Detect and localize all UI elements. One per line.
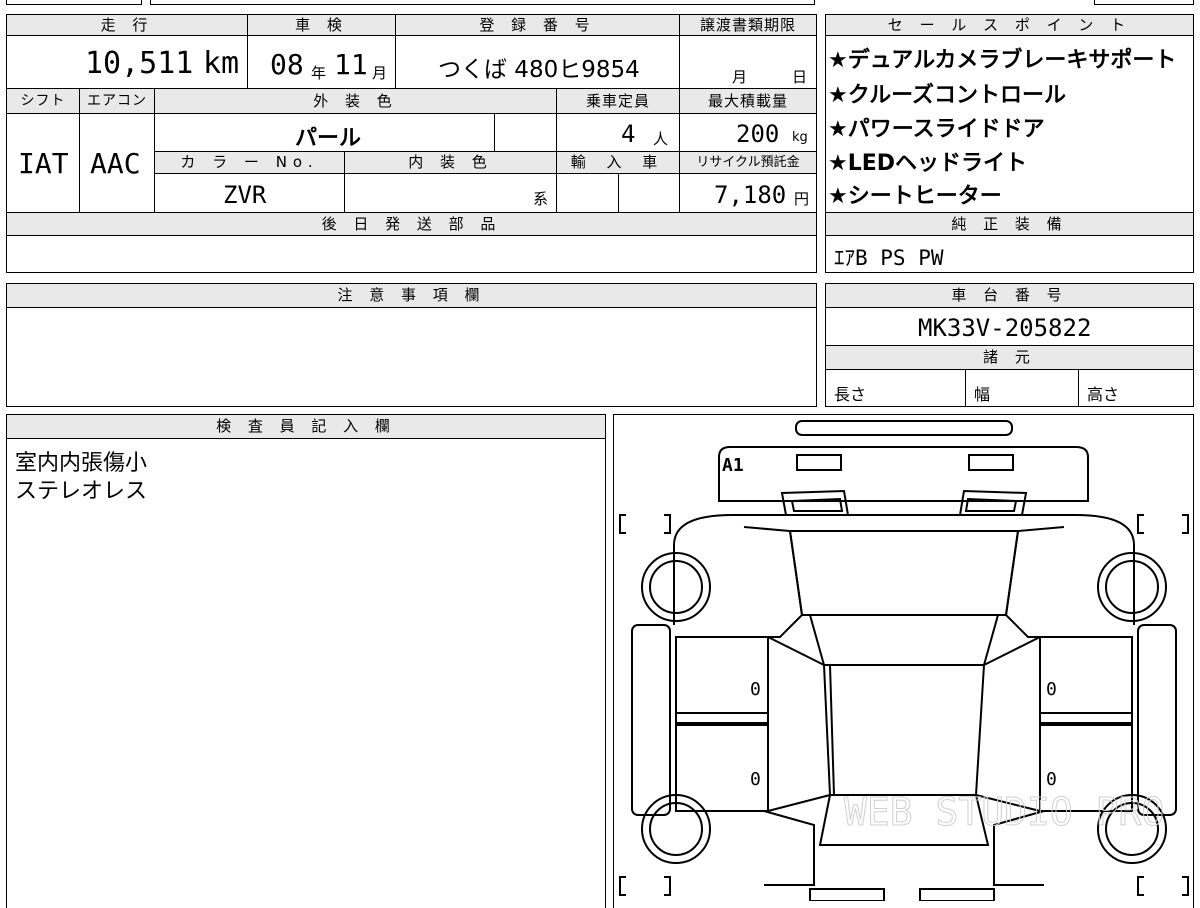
interior-color-suffix: 系: [533, 190, 549, 208]
inspector-notes-header: 検 査 員 記 入 欄: [6, 414, 606, 439]
color-no-cell: ZVR: [154, 173, 345, 213]
aircon-value: AAC: [90, 147, 141, 180]
top-strip: [0, 0, 1200, 6]
shaken-cell: 08 年 11 月: [247, 35, 396, 89]
transfer-day: 日: [792, 68, 808, 86]
interior-color-cell: 系: [344, 173, 557, 213]
recycle-deposit-unit: 円: [794, 190, 810, 208]
inspector-notes-body: 室内内張傷小 ステレオレス: [6, 438, 606, 908]
recycle-deposit-header: リサイクル預託金: [679, 151, 817, 174]
shaken-year: 08: [270, 48, 304, 81]
capacity-value: 4: [621, 120, 636, 148]
shift-value: IAT: [18, 147, 69, 180]
transfer-month: 月: [732, 68, 748, 86]
import-header: 輸 入 車: [556, 151, 680, 174]
exterior-color-extra-cell: [494, 113, 557, 152]
specs-width-label: 幅: [974, 385, 991, 404]
shaken-month: 11: [334, 48, 368, 81]
specs-height-label: 高さ: [1087, 385, 1120, 404]
specs-length-cell: 長さ: [825, 369, 966, 407]
shaken-year-unit: 年: [311, 64, 327, 82]
import-cell-b: [618, 173, 680, 213]
right-door-mark-1: 0: [1046, 679, 1057, 700]
sales-point-1: ★デュアルカメラブレーキサポート: [828, 48, 1177, 73]
inspector-note-line-2: ステレオレス: [15, 479, 148, 504]
genuine-equipment-header: 純 正 装 備: [825, 212, 1194, 236]
max-load-value: 200: [736, 120, 780, 148]
right-door-mark-2: 0: [1046, 769, 1057, 790]
capacity-cell: 4 人: [556, 113, 680, 152]
later-parts-cell: [6, 235, 817, 273]
max-load-header: 最大積載量: [679, 88, 817, 114]
specs-width-cell: 幅: [965, 369, 1079, 407]
registration-cell: つくば 480ヒ9854: [395, 35, 680, 89]
exterior-color-cell: パール: [154, 113, 495, 152]
chassis-number-value: MK33V-205822: [918, 314, 1092, 342]
notes-cell: [6, 307, 817, 407]
capacity-header: 乗車定員: [556, 88, 680, 114]
mileage-header: 走 行: [6, 14, 248, 36]
exterior-color-value: パール: [295, 126, 362, 151]
chassis-number-cell: MK33V-205822: [825, 307, 1194, 346]
mileage-value: 10,511: [85, 46, 194, 81]
notes-header: 注 意 事 項 欄: [6, 283, 817, 308]
import-cell-a: [556, 173, 619, 213]
specs-height-cell: 高さ: [1078, 369, 1194, 407]
color-no-value: ZVR: [223, 181, 267, 209]
watermark: WEB STUDIO PRO: [844, 790, 1164, 834]
sales-point-4: ★LEDヘッドライト: [828, 151, 1028, 176]
color-no-header: カ ラ ー No.: [154, 151, 345, 174]
sales-point-5: ★シートヒーター: [828, 184, 1002, 209]
later-parts-header: 後 日 発 送 部 品: [6, 212, 817, 236]
chassis-number-header: 車 台 番 号: [825, 283, 1194, 308]
shaken-month-unit: 月: [372, 64, 388, 82]
mileage-cell: 10,511 km: [6, 35, 248, 89]
vehicle-diagram-panel: A1 0 0 0 0 WEB STUDIO PRO: [613, 414, 1194, 908]
specs-length-label: 長さ: [834, 385, 867, 404]
shift-header: シフト: [6, 88, 80, 114]
aircon-header: エアコン: [79, 88, 155, 114]
left-door-mark-2: 0: [750, 769, 761, 790]
shift-cell: IAT: [6, 113, 80, 213]
specs-header: 諸 元: [825, 345, 1194, 370]
registration-number: つくば 480ヒ9854: [438, 57, 640, 83]
recycle-deposit-cell: 7,180 円: [679, 173, 817, 213]
interior-color-header: 内 装 色: [344, 151, 557, 174]
mileage-unit: km: [203, 46, 240, 81]
genuine-equipment-value: ｴｱB PS PW: [834, 246, 944, 270]
max-load-unit: kg: [792, 130, 808, 145]
recycle-deposit-value: 7,180: [714, 181, 787, 209]
sales-point-3: ★パワースライドドア: [828, 117, 1045, 142]
vehicle-diagram: A1 0 0 0 0 WEB STUDIO PRO: [619, 420, 1189, 901]
registration-header: 登 録 番 号: [395, 14, 680, 36]
genuine-equipment-cell: ｴｱB PS PW: [825, 235, 1194, 273]
shaken-header: 車 検: [247, 14, 396, 36]
transfer-deadline-cell: 月 日: [679, 35, 817, 89]
sales-point-2: ★クルーズコントロール: [828, 83, 1066, 108]
transfer-deadline-header: 譲渡書類期限: [679, 14, 817, 36]
sales-points-header: セ ー ル ス ポ イ ン ト: [825, 14, 1194, 36]
left-door-mark-1: 0: [750, 679, 761, 700]
exterior-color-header: 外 装 色: [154, 88, 557, 114]
damage-mark-a1: A1: [722, 455, 744, 476]
max-load-cell: 200 kg: [679, 113, 817, 152]
capacity-unit: 人: [653, 130, 669, 148]
aircon-cell: AAC: [79, 113, 155, 213]
